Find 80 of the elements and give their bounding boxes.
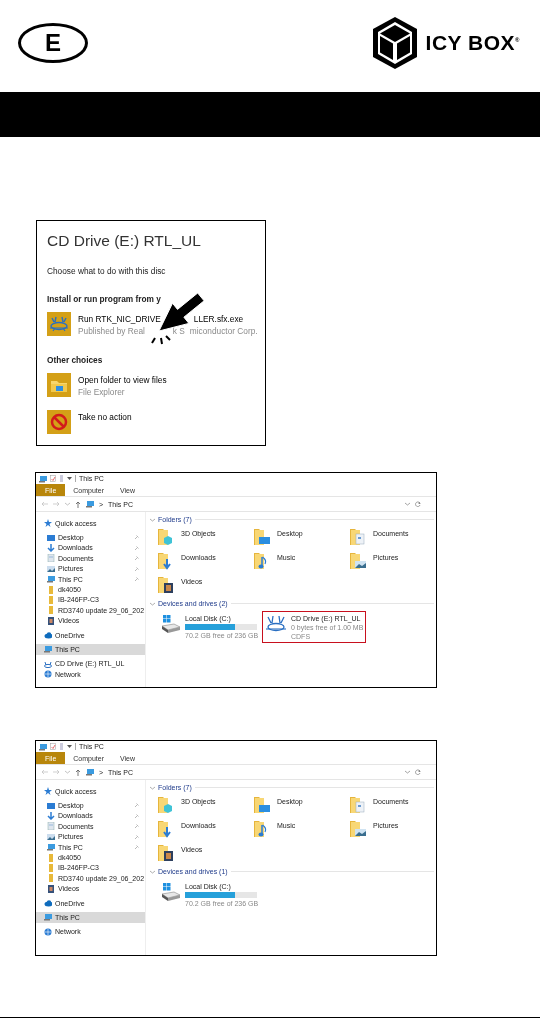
monitor-icon	[47, 801, 55, 810]
properties-icon[interactable]	[50, 475, 56, 482]
forward-icon[interactable]	[53, 769, 60, 775]
cube-logo-icon	[371, 16, 418, 70]
chevron-down-icon[interactable]	[150, 785, 155, 790]
language-badge: E	[18, 23, 88, 63]
pin-icon	[135, 824, 139, 829]
back-icon[interactable]	[41, 769, 48, 775]
document-icon	[47, 822, 55, 831]
film-icon	[47, 616, 55, 625]
crab-icon	[47, 312, 71, 336]
download-icon	[47, 543, 55, 552]
pin-icon	[135, 545, 139, 550]
computer-icon	[39, 742, 47, 751]
pin-icon	[135, 556, 139, 561]
folder-icon	[349, 795, 367, 814]
crab-icon	[265, 614, 287, 634]
star-icon	[44, 787, 52, 796]
pin-icon	[135, 566, 139, 571]
picture-icon	[47, 564, 55, 573]
dialog-title: CD Drive (E:) RTL_UL	[47, 232, 202, 250]
monitor-icon	[47, 533, 55, 542]
folder-icon	[157, 795, 175, 814]
folder-icon	[349, 527, 367, 546]
download-icon	[47, 811, 55, 820]
cloud-icon	[44, 899, 52, 908]
chevron-down-icon[interactable]	[405, 770, 410, 774]
prompt-text: Choose what to do with this disc	[47, 266, 166, 276]
computer-icon	[86, 768, 94, 776]
logo-text: ICY BOX$^{®}$	[425, 31, 520, 55]
refresh-icon[interactable]	[415, 501, 421, 507]
chevron-down-icon[interactable]	[65, 502, 70, 506]
dropdown-icon[interactable]	[67, 744, 72, 749]
computer-icon	[39, 474, 47, 483]
cloud-icon	[44, 631, 52, 640]
dropdown-icon[interactable]	[67, 476, 72, 481]
folder-icon	[157, 527, 175, 546]
folder-icon	[349, 551, 367, 570]
up-arrow-icon[interactable]	[75, 768, 81, 776]
chevron-down-icon[interactable]	[150, 517, 155, 522]
crab-icon	[44, 659, 52, 668]
back-icon[interactable]	[41, 501, 48, 507]
disk-drive-icon	[159, 882, 181, 902]
document-icon	[47, 554, 55, 563]
chevron-down-icon[interactable]	[405, 502, 410, 506]
chevron-down-icon[interactable]	[150, 601, 155, 606]
pin-icon	[135, 844, 139, 849]
pin-icon	[135, 576, 139, 581]
computer-icon	[44, 645, 52, 654]
folder-icon	[253, 527, 271, 546]
folder-icon	[157, 575, 175, 594]
folder-icon	[157, 843, 175, 862]
network-icon	[44, 670, 52, 679]
folder-icon	[253, 795, 271, 814]
computer-icon	[86, 500, 94, 508]
star-icon	[44, 519, 52, 528]
up-arrow-icon[interactable]	[75, 500, 81, 508]
computer-icon	[47, 575, 55, 584]
forward-icon[interactable]	[53, 501, 60, 507]
pin-icon	[135, 813, 139, 818]
chevron-down-icon[interactable]	[65, 770, 70, 774]
autoplay-option[interactable]: Open folder to view files File Explorer	[47, 373, 167, 397]
folder-icon	[349, 819, 367, 838]
picture-icon	[47, 832, 55, 841]
pin-icon	[135, 803, 139, 808]
refresh-icon[interactable]	[415, 769, 421, 775]
film-icon	[47, 884, 55, 893]
computer-icon	[44, 913, 52, 922]
chevron-down-icon[interactable]	[150, 869, 155, 874]
autoplay-option[interactable]: Take no action	[47, 410, 132, 434]
folder-icon	[47, 373, 71, 397]
properties-icon[interactable]	[50, 743, 56, 750]
section-heading: Install or run program from y	[47, 294, 161, 304]
pin-icon	[135, 834, 139, 839]
disk-drive-icon	[159, 614, 181, 634]
computer-icon	[47, 843, 55, 852]
pin-icon	[135, 535, 139, 540]
section-heading: Other choices	[47, 355, 103, 365]
network-icon	[44, 927, 52, 936]
prohibition-icon	[47, 410, 71, 434]
